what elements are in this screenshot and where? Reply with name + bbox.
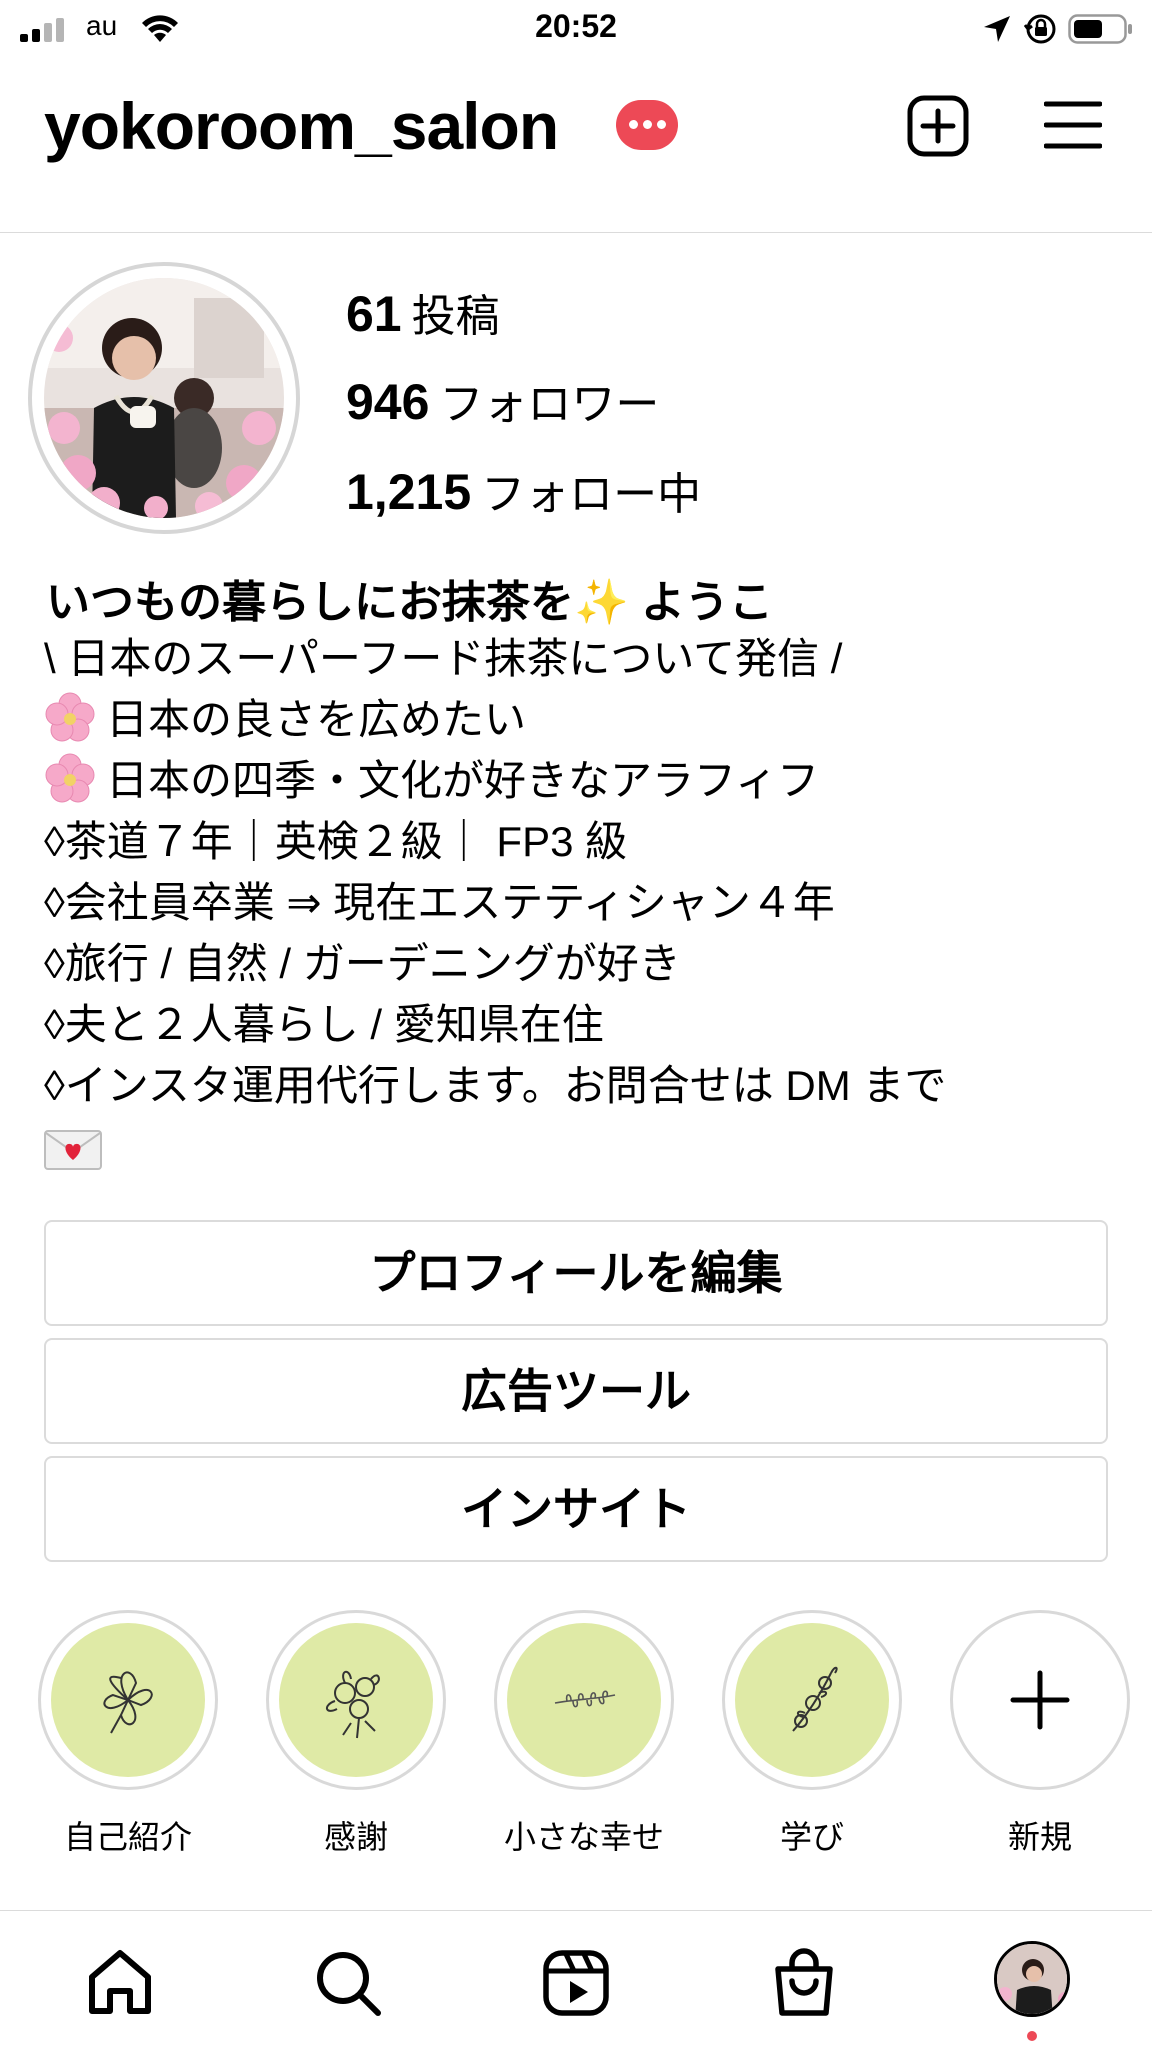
sprig-drawing-icon [554,1690,616,1708]
bio-line [44,1116,1124,1177]
stat-posts[interactable]: 61 投稿 [346,280,500,344]
bio-line: ◊夫と２人暮らし / 愛知県在住 [44,1001,604,1048]
shop-icon[interactable] [768,1947,840,2019]
love-letter-icon [44,1130,102,1170]
new-highlight-button[interactable]: 新規 [945,1610,1135,1858]
highlight-label: 自己紹介 [63,1819,192,1855]
highlight-item[interactable]: 学び [717,1610,907,1858]
highlight-label: 小さな幸せ [503,1819,664,1855]
profile-tab-avatar[interactable] [994,1941,1070,2017]
flower-drawing-icon [103,1671,153,1734]
highlight-label: 学び [779,1819,844,1855]
highlight-label: 新規 [1007,1819,1072,1855]
ad-tools-button[interactable]: 広告ツール [44,1338,1108,1444]
bio-line: ◊インスタ運用代行します。お問合せは DM まで [44,1062,947,1109]
bio-line: ◊会社員卒業 ⇒ 現在エステティシャン４年 [44,879,835,926]
following-count: 1,215 [346,464,472,520]
location-arrow-icon [984,16,1010,42]
header-divider [0,232,1152,233]
activity-dot [1027,2031,1037,2041]
highlight-label: 感謝 [323,1819,388,1855]
rotation-lock-icon [1024,14,1056,44]
followers-label: フォロワー [439,380,660,429]
bio-line: 日本の良さを広めたい [44,689,1124,750]
edit-profile-button[interactable]: プロフィールを編集 [44,1220,1108,1326]
highlight-cover [266,1610,446,1790]
blossom-branch-icon [792,1666,838,1732]
stat-following[interactable]: 1,215 フォロー中 [346,458,701,522]
cherry-blossom-icon [45,692,95,742]
search-icon[interactable] [312,1947,384,2019]
highlight-item[interactable]: 自己紹介 [33,1610,223,1858]
add-post-icon[interactable] [906,94,970,158]
home-icon[interactable] [84,1947,156,2019]
highlight-cover [722,1610,902,1790]
profile-username[interactable]: yokoroom_salon [44,88,559,164]
bio-line-text: 日本の四季・文化が好きなアラフィフ [106,757,820,804]
cherry-blossom-icon [45,753,95,803]
battery-icon [1068,14,1132,44]
highlight-cover [494,1610,674,1790]
bio-line: \ 日本のスーパーフード抹茶について発信 / [44,635,843,682]
followers-count: 946 [346,374,430,430]
highlight-item[interactable]: 小さな幸せ [489,1610,679,1858]
bio-line-text: 日本の良さを広めたい [106,696,527,743]
bottom-tab-bar [0,1910,1152,2048]
plus-icon [1010,1670,1070,1730]
stat-followers[interactable]: 946 フォロワー [346,368,659,432]
reels-icon[interactable] [540,1947,612,2019]
following-label: フォロー中 [481,470,702,519]
new-highlight-circle [950,1610,1130,1790]
bio-line: 日本の四季・文化が好きなアラフィフ [44,750,1124,811]
posts-count: 61 [346,286,402,342]
bio-display-name: いつもの暮らしにお抹茶を✨ ようこ [46,578,774,627]
status-bar: au 20:52 [0,0,1152,58]
highlight-cover [38,1610,218,1790]
status-time: 20:52 [535,8,617,44]
menu-icon[interactable] [1044,98,1102,152]
highlight-item[interactable]: 感謝 [261,1610,451,1858]
profile-header: yokoroom_salon [0,70,1152,180]
bio-line: ◊旅行 / 自然 / ガーデニングが好き [44,940,681,987]
insights-button[interactable]: インサイト [44,1456,1108,1562]
profile-avatar[interactable] [44,278,284,518]
notification-badge-icon[interactable] [616,100,678,150]
bio-text: \ 日本のスーパーフード抹茶について発信 / 日本の良さを広めたい 日本の四季・… [44,628,1124,1177]
flower-bouquet-icon [326,1670,380,1739]
bio-line: ◊茶道７年｜英検２級｜ FP3 級 [44,818,628,865]
posts-label: 投稿 [411,292,500,341]
